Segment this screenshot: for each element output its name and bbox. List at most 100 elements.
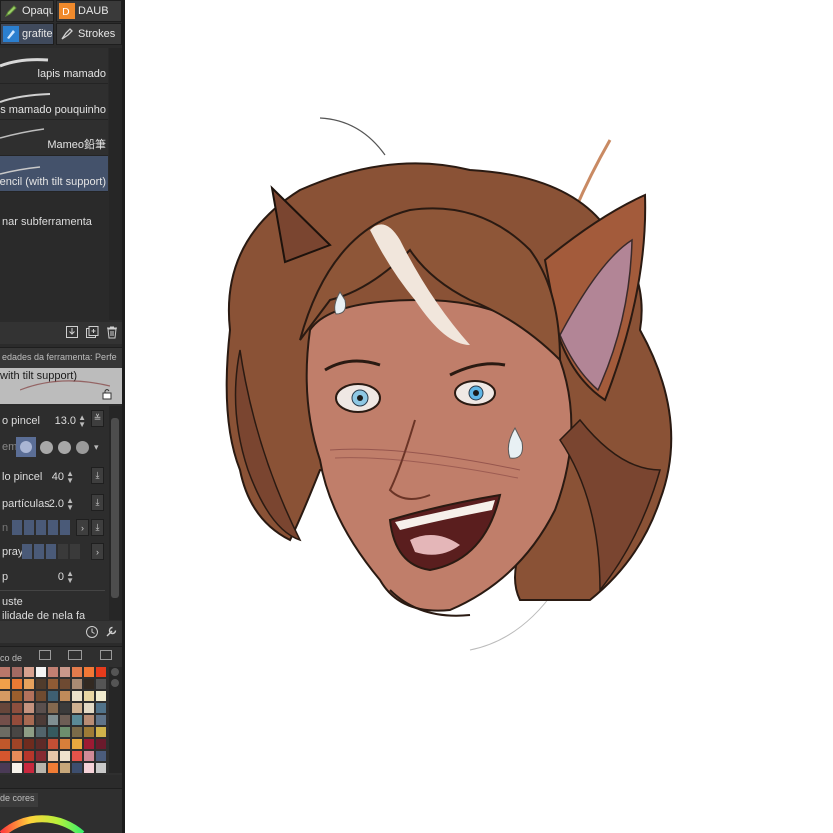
grafite-tool-button[interactable]: grafite <box>0 23 54 45</box>
direction-row[interactable]: p 0 ▲ ▼ <box>0 566 108 588</box>
brush-size-value[interactable]: 13.0 <box>55 415 76 427</box>
color-swatch[interactable] <box>60 691 70 701</box>
direction-spinner[interactable]: ▲ ▼ <box>66 570 74 585</box>
color-swatch[interactable] <box>12 751 22 761</box>
color-swatch[interactable] <box>24 739 34 749</box>
color-set-scrollbar[interactable] <box>109 667 122 773</box>
color-swatch[interactable] <box>72 727 82 737</box>
color-swatch[interactable] <box>84 715 94 725</box>
brush-list-scrollbar[interactable] <box>109 48 122 320</box>
property-scroll-thumb[interactable] <box>111 418 119 598</box>
color-set-tab-icon-1[interactable] <box>39 650 51 660</box>
download-setting-icon[interactable]: ⤓ <box>91 494 104 511</box>
color-swatch[interactable] <box>12 739 22 749</box>
color-swatch[interactable] <box>12 727 22 737</box>
color-swatch[interactable] <box>48 739 58 749</box>
color-swatch[interactable] <box>36 679 46 689</box>
color-swatch[interactable] <box>0 727 10 737</box>
download-subtool-icon[interactable] <box>65 325 79 342</box>
brush-item-pencil-tilt[interactable]: Pencil (with tilt support) <box>0 156 108 192</box>
color-swatch[interactable] <box>84 751 94 761</box>
color-swatch[interactable] <box>84 691 94 701</box>
color-swatch[interactable] <box>0 739 10 749</box>
color-swatch[interactable] <box>24 751 34 761</box>
color-swatch[interactable] <box>96 679 106 689</box>
color-swatch[interactable] <box>0 691 10 701</box>
brush-tip-option-1[interactable] <box>40 441 53 454</box>
adjust-row[interactable]: uste <box>0 591 108 613</box>
color-swatch[interactable] <box>48 763 58 773</box>
color-swatch[interactable] <box>84 667 94 677</box>
color-swatch[interactable] <box>36 751 46 761</box>
clock-settings-icon[interactable] <box>85 625 99 642</box>
color-swatch[interactable] <box>48 751 58 761</box>
add-subtool-link[interactable]: nar subferramenta <box>2 216 92 228</box>
color-swatch[interactable] <box>84 763 94 773</box>
color-swatch[interactable] <box>96 727 106 737</box>
brush-density-value[interactable]: 40 <box>52 471 64 483</box>
color-swatch[interactable] <box>84 703 94 713</box>
color-swatch[interactable] <box>72 715 82 725</box>
color-swatch[interactable] <box>24 703 34 713</box>
color-wheel-tab[interactable]: de cores <box>0 793 38 807</box>
color-swatch[interactable] <box>96 763 106 773</box>
color-swatch[interactable] <box>84 727 94 737</box>
color-swatch[interactable] <box>12 691 22 701</box>
color-swatch[interactable] <box>36 691 46 701</box>
color-swatch[interactable] <box>96 667 106 677</box>
color-swatch[interactable] <box>36 715 46 725</box>
color-swatch[interactable] <box>48 715 58 725</box>
color-swatch[interactable] <box>60 727 70 737</box>
color-swatch[interactable] <box>0 715 10 725</box>
color-swatch[interactable] <box>12 667 22 677</box>
color-swatch[interactable] <box>0 763 10 773</box>
color-swatch[interactable] <box>60 751 70 761</box>
color-swatch[interactable] <box>60 679 70 689</box>
color-set-tab[interactable]: co de <box>0 653 22 667</box>
chevron-down-icon[interactable]: ▾ <box>94 442 99 453</box>
color-swatch[interactable] <box>48 667 58 677</box>
color-swatch[interactable] <box>36 763 46 773</box>
color-swatch[interactable] <box>60 763 70 773</box>
color-swatch[interactable] <box>0 751 10 761</box>
color-swatch[interactable] <box>0 703 10 713</box>
color-swatch[interactable] <box>72 679 82 689</box>
strokes-tool-button[interactable]: Strokes <box>56 23 122 45</box>
property-scrollbar[interactable] <box>109 406 122 620</box>
color-swatch[interactable] <box>0 667 10 677</box>
brush-tip-option-3[interactable] <box>76 441 89 454</box>
color-swatch[interactable] <box>60 715 70 725</box>
color-swatch[interactable] <box>48 691 58 701</box>
color-swatch[interactable] <box>24 679 34 689</box>
color-wheel[interactable] <box>0 807 90 833</box>
color-swatch[interactable] <box>96 751 106 761</box>
color-swatch[interactable] <box>48 703 58 713</box>
color-set-tab-icon-3[interactable] <box>100 650 112 660</box>
color-swatch[interactable] <box>36 739 46 749</box>
trash-icon[interactable] <box>105 325 119 342</box>
color-swatch[interactable] <box>96 703 106 713</box>
color-swatch[interactable] <box>24 667 34 677</box>
brush-size-spinner[interactable]: ▲ ▼ <box>78 414 86 429</box>
color-swatch[interactable] <box>72 739 82 749</box>
brush-size-menu-button[interactable]: ≚ <box>91 410 104 427</box>
particle-size-spinner[interactable]: ▲ ▼ <box>66 497 74 512</box>
color-swatch[interactable] <box>24 727 34 737</box>
color-swatch[interactable] <box>60 703 70 713</box>
color-swatch[interactable] <box>0 679 10 689</box>
color-swatch[interactable] <box>84 679 94 689</box>
color-swatch[interactable] <box>60 739 70 749</box>
color-swatch[interactable] <box>96 691 106 701</box>
color-swatch[interactable] <box>72 667 82 677</box>
opaque-tool-button[interactable]: Opaque <box>0 0 54 22</box>
extra-row[interactable]: ilidade de nela fa <box>0 611 108 621</box>
brush-density-spinner[interactable]: ▲ ▼ <box>66 470 74 485</box>
stabilization-levels[interactable] <box>12 520 72 538</box>
color-swatch[interactable] <box>12 679 22 689</box>
daub-tool-button[interactable]: D DAUB <box>56 0 122 22</box>
color-swatch[interactable] <box>60 667 70 677</box>
color-swatch[interactable] <box>24 715 34 725</box>
scroll-down-icon[interactable] <box>111 679 119 687</box>
color-swatch[interactable] <box>84 739 94 749</box>
color-swatch[interactable] <box>72 691 82 701</box>
